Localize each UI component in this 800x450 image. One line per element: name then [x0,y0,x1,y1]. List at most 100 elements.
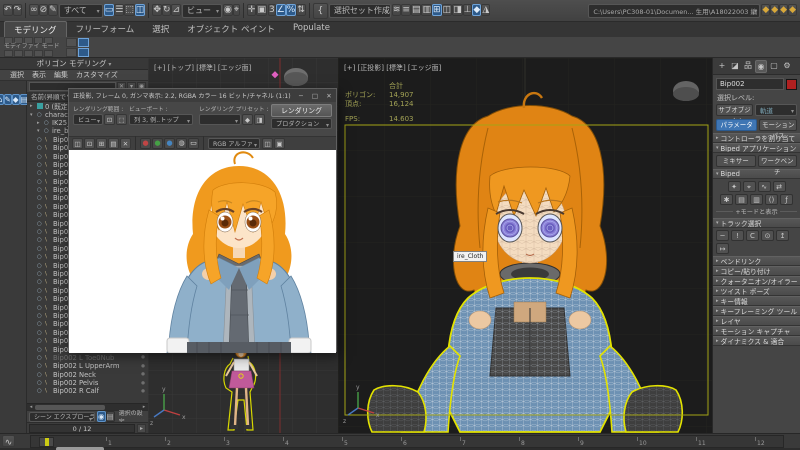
visibility-icon[interactable] [37,313,45,319]
render-production-button[interactable]: ◮ [481,4,490,16]
ribbon-tab[interactable]: Populate [284,21,339,37]
color-clipboard-button[interactable]: ◫ [262,138,273,149]
parameters-tab[interactable]: パラメータ [716,119,757,131]
material-editor-button[interactable]: ◨ [452,4,463,16]
ribbon-mini-button[interactable] [44,50,53,57]
motion-tab[interactable]: ◉ [755,60,767,73]
visibility-icon[interactable] [37,246,45,252]
visibility-icon[interactable] [37,271,45,277]
bind-to-space-warp-button[interactable]: ✎ [48,4,58,16]
select-and-link-button[interactable]: ∞ [29,4,39,16]
named-selection-sets-field[interactable]: 選択セット作成 [329,4,391,18]
ribbon-tab[interactable]: 選択 [143,21,178,37]
display-tab[interactable]: ▢ [768,60,780,73]
modify-tab[interactable]: ◪ [729,60,741,73]
modes-and-display-expander[interactable]: +モードと表示 [716,207,797,216]
viewport-top-label[interactable]: [+] [トップ] [標準] [エッジ面] [154,63,251,73]
snaps-toggle-3d[interactable]: 3 [268,4,276,16]
tree-row[interactable]: Bip002 L Toe0Nub [27,354,148,362]
ribbon-mini-button[interactable] [66,48,77,57]
body-horizontal-button[interactable]: ─ [716,230,729,241]
rollout-assign-controller[interactable]: コントローラを割り当て [713,133,800,143]
select-and-manipulate-button[interactable]: ⌖ [233,4,240,16]
visibility-icon[interactable] [37,221,45,227]
redo-button[interactable]: ↷ [13,4,23,16]
rollout-keyframing-tools[interactable]: キーフレーミング ツール [713,306,800,316]
body-vertical-button[interactable]: ! [731,230,744,241]
mini-curve-editor-button[interactable]: ∿ [2,435,15,447]
create-tab[interactable]: + [716,60,728,73]
schematic-view-button[interactable]: ◫ [442,4,453,16]
edit-region-button[interactable]: ⊡ [104,114,115,125]
rollout-quaternion-euler[interactable]: クォータニオン/オイラー [713,276,800,286]
auto-region-button[interactable]: ⬚ [116,114,127,125]
select-and-scale-button[interactable]: ⊿ [171,4,181,16]
minimize-icon[interactable]: ─ [294,92,308,100]
rollout-key-info[interactable]: キー情報 [713,296,800,306]
visibility-icon[interactable] [37,363,45,369]
copy-image-button[interactable]: ⊡ [84,138,95,149]
object-name-field[interactable]: Bip002 [716,78,784,90]
tree-row[interactable]: Bip002 R Calf [27,387,148,395]
area-to-render-dropdown[interactable]: ビュー [73,114,103,125]
filter-groups[interactable]: ✎ [4,94,12,105]
angle-snap-toggle[interactable]: ∠ [276,4,286,16]
visibility-icon[interactable] [44,120,52,126]
visibility-icon[interactable] [37,162,45,168]
lock-dot-icon[interactable] [141,389,145,394]
ribbon-tab[interactable]: モデリング [4,21,67,37]
select-and-move-button[interactable]: ✥ [152,4,162,16]
explorer-menu-item[interactable]: 表示 [32,70,46,80]
visibility-icon[interactable] [37,137,45,143]
ribbon-mini-button[interactable] [24,50,33,57]
biped-playback-button[interactable]: ✱ [720,194,733,205]
track-bar[interactable]: ∿ 123456789101112 [0,433,800,448]
ribbon-mini-button[interactable] [4,50,13,57]
visibility-icon[interactable] [37,237,45,243]
render-preset-dropdown[interactable] [199,114,241,125]
scrollbar-thumb[interactable] [35,405,105,410]
blue-channel-toggle[interactable]: ● [164,138,175,149]
maximize-icon[interactable]: □ [308,92,322,100]
selection-region-button[interactable]: ⬚ [124,4,135,16]
channel-display-dropdown[interactable]: RGB アルファ [208,138,260,149]
visibility-icon[interactable] [37,305,45,311]
footstep-mode-button[interactable]: ⌖ [743,181,756,192]
sub-object-mode-dropdown[interactable]: 軌道 [755,104,797,116]
visibility-icon[interactable] [37,195,45,201]
mirror-button[interactable]: ≋ [392,4,402,16]
visibility-icon[interactable] [37,145,45,151]
figure-mode-button[interactable]: ✦ [728,181,741,192]
ribbon-toggle-active[interactable] [78,38,89,47]
visibility-icon[interactable] [37,347,45,353]
filter-xrefs[interactable]: ◆ [12,94,20,105]
motion-paths-tab[interactable]: モーション パス [759,119,797,131]
viewcube[interactable] [673,81,699,101]
manipulate-button[interactable]: ✛ [247,4,257,16]
undo-button[interactable]: ↶ [3,4,13,16]
rollout-biped[interactable]: Biped [713,169,800,179]
rfw-viewport-dropdown[interactable]: 列 3, 例..トップ [129,114,193,125]
select-object-button[interactable]: ▭ [104,4,115,16]
monochrome-toggle[interactable]: ▭ [188,138,199,149]
unlink-selection-button[interactable]: ⊘ [39,4,49,16]
selection-filter-dropdown[interactable]: すべて [59,4,103,18]
red-channel-toggle[interactable]: ● [140,138,151,149]
rollout-layers[interactable]: レイヤ [713,316,800,326]
layer-explorer-button[interactable]: ▥ [421,4,432,16]
clone-window-button[interactable]: ⊞ [96,138,107,149]
lock-dot-icon[interactable] [141,355,145,360]
select-and-rotate-button[interactable]: ↻ [162,4,172,16]
visibility-icon[interactable] [37,179,45,185]
current-frame-readout[interactable]: 0 / 12 [29,424,135,433]
lock-dot-icon[interactable] [141,364,145,369]
render-setup-button[interactable]: ⊥ [463,4,473,16]
select-by-name-button[interactable]: ☰ [114,4,124,16]
visibility-icon[interactable] [37,254,45,260]
visibility-icon[interactable] [37,288,45,294]
biped-app-button[interactable]: ミキサー [716,155,756,167]
rfw-titlebar[interactable]: 正投影, フレーム 0, ガンマ表示: 2.2, RGBA カラー 16 ビット… [69,89,336,102]
ribbon-mini-button[interactable] [66,38,77,47]
load-file-button[interactable]: ▤ [735,194,748,205]
filter-spacewarps[interactable]: ⌂ [0,94,4,105]
